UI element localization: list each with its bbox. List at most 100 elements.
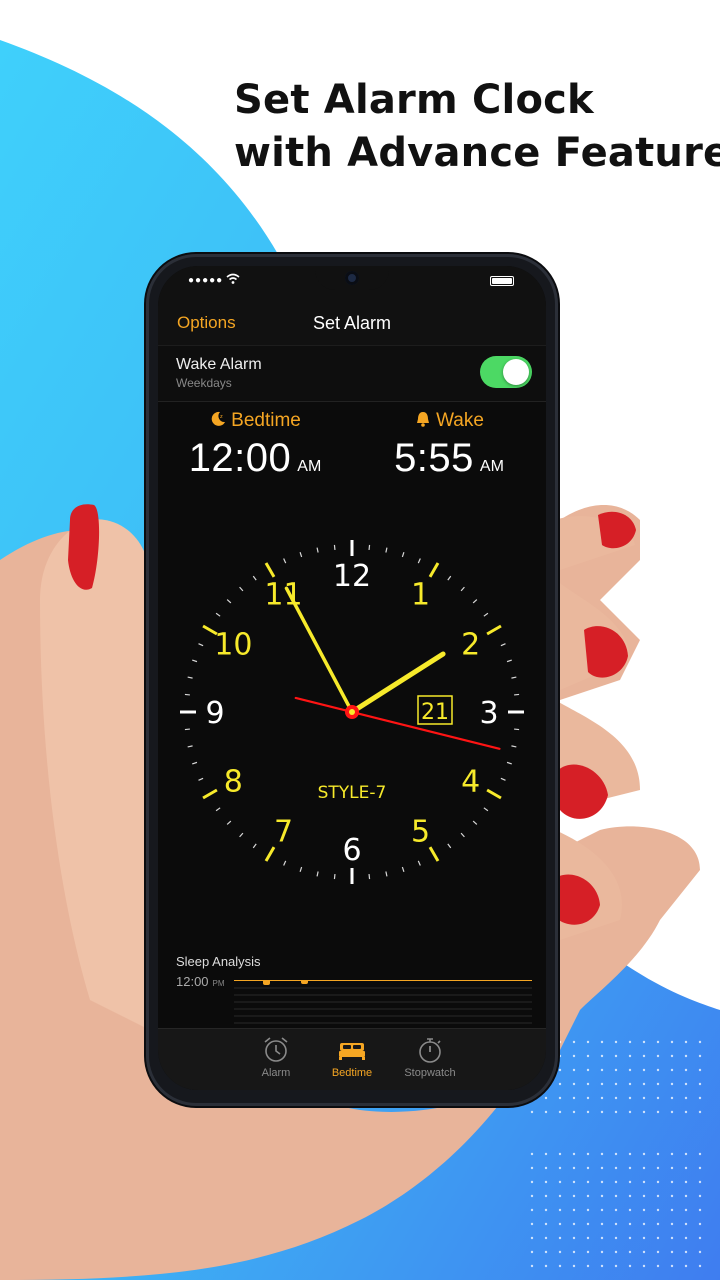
- tab-stopwatch-label: Stopwatch: [404, 1067, 456, 1079]
- minute-tick: [385, 547, 388, 553]
- minute-tick: [198, 643, 204, 647]
- date-display: 21: [421, 700, 449, 725]
- minute-tick: [252, 843, 257, 849]
- minute-tick: [401, 552, 405, 558]
- minute-tick: [316, 871, 319, 877]
- tab-bar: Alarm Bedtime Stopwatch: [158, 1028, 546, 1090]
- second-hand: [294, 696, 501, 750]
- minute-tick: [500, 777, 506, 781]
- minute-tick: [283, 558, 287, 564]
- wake-label: Wake: [436, 410, 484, 431]
- minute-tick: [215, 612, 221, 617]
- minute-tick: [385, 871, 388, 877]
- headline-line-1: Set Alarm Clock: [234, 77, 594, 123]
- minute-tick: [316, 547, 319, 553]
- minute-tick: [472, 820, 478, 825]
- minute-tick: [239, 832, 244, 838]
- sleep-analysis-title: Sleep Analysis: [176, 954, 261, 969]
- wake-ampm: AM: [479, 458, 504, 475]
- minute-tick: [368, 874, 371, 880]
- camera-icon: [345, 271, 359, 285]
- bell-icon: [417, 412, 430, 427]
- sleep-time-value: 12:00: [176, 974, 209, 989]
- bedtime-time: 12:00: [188, 436, 292, 480]
- clock-numeral: 3: [479, 696, 498, 731]
- wake-time: 5:55: [394, 436, 474, 480]
- wake-alarm-label: Wake Alarm: [176, 356, 262, 373]
- dot-grid-decoration: [530, 1040, 710, 1270]
- minute-tick: [299, 866, 303, 872]
- phone-frame: ●●●●● Options Set Alarm Wake Alarm Weekd…: [146, 254, 558, 1106]
- minute-tick: [283, 860, 287, 866]
- hour-tick: [428, 846, 440, 862]
- minute-tick: [401, 866, 405, 872]
- hour-tick: [428, 562, 440, 578]
- minute-tick: [215, 807, 221, 812]
- minute-tick: [447, 843, 452, 849]
- minute-tick: [417, 558, 421, 564]
- clock-numeral: 12: [333, 559, 371, 594]
- minute-tick: [417, 860, 421, 866]
- minute-tick: [192, 659, 198, 663]
- clock-numeral: 10: [214, 628, 252, 663]
- minute-hand: [284, 586, 354, 714]
- minute-tick: [483, 612, 489, 617]
- tab-bedtime-label: Bedtime: [331, 1067, 373, 1079]
- sleep-analysis: Sleep Analysis 12:00 PM: [158, 946, 546, 1026]
- minute-tick: [514, 693, 520, 696]
- bedtime-block[interactable]: z Bedtime 12:00 AM: [158, 406, 352, 481]
- minute-tick: [333, 544, 336, 550]
- minute-tick: [460, 832, 465, 838]
- battery-icon: [490, 276, 514, 286]
- minute-tick: [506, 659, 512, 663]
- tab-alarm-label: Alarm: [261, 1067, 291, 1079]
- minute-tick: [239, 586, 244, 592]
- sleep-analysis-chart: [234, 980, 532, 1024]
- minute-tick: [333, 874, 336, 880]
- alarm-clock-icon: [264, 1037, 288, 1062]
- phone-screen: ●●●●● Options Set Alarm Wake Alarm Weekd…: [158, 266, 546, 1090]
- clock-numeral: 2: [461, 628, 480, 663]
- hour-tick: [264, 846, 276, 862]
- svg-text:z: z: [220, 414, 223, 420]
- bedtime-label: Bedtime: [231, 410, 301, 431]
- hour-tick: [486, 788, 502, 800]
- clock-numeral: 9: [205, 696, 224, 731]
- minute-tick: [368, 544, 371, 550]
- minute-tick: [447, 575, 452, 581]
- stopwatch-icon: [419, 1038, 441, 1063]
- minute-tick: [226, 820, 232, 825]
- minute-tick: [511, 745, 517, 748]
- toggle-knob: [503, 359, 529, 385]
- minute-tick: [460, 586, 465, 592]
- nav-bar: Options Set Alarm: [158, 298, 546, 346]
- minute-tick: [252, 575, 257, 581]
- sleep-analysis-time: 12:00 PM: [176, 974, 225, 989]
- clock-numeral: 5: [411, 815, 430, 850]
- minute-tick: [192, 761, 198, 765]
- tab-bedtime[interactable]: Bedtime: [312, 1035, 392, 1079]
- hour-tick: [486, 624, 502, 636]
- wake-block[interactable]: Wake 5:55 AM: [352, 406, 546, 481]
- clock-numeral: 6: [342, 833, 361, 868]
- tab-stopwatch[interactable]: Stopwatch: [390, 1035, 470, 1079]
- bedtime-wake-times: z Bedtime 12:00 AM Wake 5:55 AM: [158, 406, 546, 506]
- hour-tick: [202, 788, 218, 800]
- headline: Set Alarm Clock with Advance Features: [234, 74, 720, 180]
- minute-tick: [506, 761, 512, 765]
- minute-tick: [472, 599, 478, 604]
- minute-tick: [299, 552, 303, 558]
- analog-clock[interactable]: 121234567891011 21 STYLE-7: [178, 538, 526, 886]
- tab-alarm[interactable]: Alarm: [236, 1035, 316, 1079]
- sleep-time-ampm: PM: [212, 979, 225, 988]
- minute-tick: [187, 676, 193, 679]
- minute-tick: [187, 745, 193, 748]
- minute-tick: [184, 693, 190, 696]
- minute-tick: [500, 643, 506, 647]
- clock-numeral: 8: [224, 765, 243, 800]
- wake-alarm-toggle[interactable]: [480, 356, 532, 388]
- minute-tick: [184, 728, 190, 731]
- wake-alarm-row[interactable]: Wake Alarm Weekdays: [158, 346, 546, 402]
- signal-icon: ●●●●●: [188, 275, 224, 286]
- minute-tick: [511, 676, 517, 679]
